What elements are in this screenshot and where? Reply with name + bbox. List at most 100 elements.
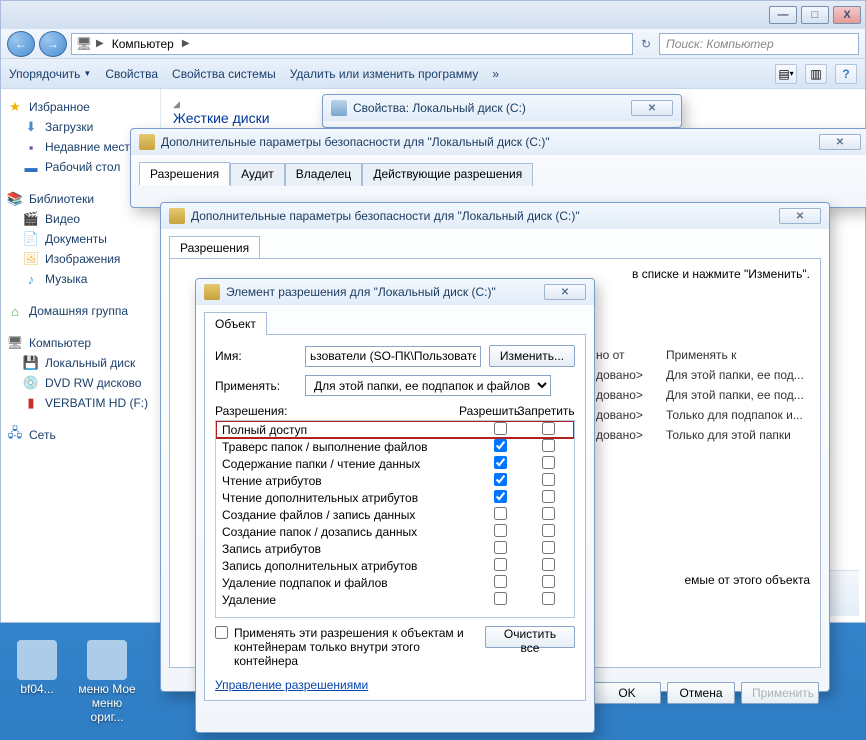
tab-audit[interactable]: Аудит xyxy=(230,163,285,186)
maximize-button[interactable]: □ xyxy=(801,6,829,24)
breadcrumb-root[interactable]: Компьютер xyxy=(108,37,178,51)
name-input[interactable] xyxy=(305,346,481,367)
tab-object[interactable]: Объект xyxy=(204,312,267,335)
deny-checkbox[interactable] xyxy=(542,541,555,554)
table-row[interactable]: довано>Для этой папки, ее под... xyxy=(590,385,810,405)
sidebar-homegroup[interactable]: ⌂Домашняя группа xyxy=(5,301,156,321)
deny-checkbox[interactable] xyxy=(542,473,555,486)
minimize-button[interactable]: — xyxy=(769,6,797,24)
sidebar-computer[interactable]: 🖥Компьютер xyxy=(5,333,156,353)
tab-owner[interactable]: Владелец xyxy=(285,163,363,186)
deny-checkbox[interactable] xyxy=(542,558,555,571)
cell-from: довано> xyxy=(590,425,660,445)
adv1-titlebar[interactable]: Дополнительные параметры безопасности дл… xyxy=(131,129,866,155)
apply-container-chk[interactable] xyxy=(215,626,228,639)
tab-permissions[interactable]: Разрешения xyxy=(169,236,260,259)
apply-button[interactable]: Применить xyxy=(741,682,819,704)
permission-row[interactable]: Содержание папки / чтение данных xyxy=(216,455,574,472)
close-icon[interactable]: ✕ xyxy=(819,134,861,150)
allow-checkbox[interactable] xyxy=(494,541,507,554)
sidebar-favorites[interactable]: ★Избранное xyxy=(5,97,156,117)
refresh-icon[interactable]: ↻ xyxy=(637,37,655,51)
desktop-file-2[interactable]: меню Мое меню ориг... xyxy=(76,640,138,724)
sidebar-network[interactable]: 🖧Сеть xyxy=(5,425,156,445)
desktop-file-1[interactable]: bf04... xyxy=(6,640,68,696)
deny-checkbox[interactable] xyxy=(542,592,555,605)
allow-checkbox[interactable] xyxy=(494,592,507,605)
close-icon[interactable]: ✕ xyxy=(779,208,821,224)
close-button[interactable]: X xyxy=(833,6,861,24)
permission-row[interactable]: Чтение дополнительных атрибутов xyxy=(216,489,574,506)
toolbar-more[interactable]: » xyxy=(492,67,499,81)
preview-pane-button[interactable]: ▥ xyxy=(805,64,827,84)
deny-checkbox[interactable] xyxy=(542,507,555,520)
allow-checkbox[interactable] xyxy=(494,490,507,503)
change-button[interactable]: Изменить... xyxy=(489,345,575,367)
adv2-titlebar[interactable]: Дополнительные параметры безопасности дл… xyxy=(161,203,829,229)
desktop-icon: ▬ xyxy=(23,159,39,175)
deny-checkbox[interactable] xyxy=(542,524,555,537)
sidebar-music[interactable]: ♪Музыка xyxy=(5,269,156,289)
close-icon[interactable]: ✕ xyxy=(631,100,673,116)
apply-to-select[interactable]: Для этой папки, ее подпапок и файлов xyxy=(305,375,551,396)
permission-row[interactable]: Траверс папок / выполнение файлов xyxy=(216,438,574,455)
apply-container-checkbox[interactable]: Применять эти разрешения к объектам и ко… xyxy=(215,626,475,668)
ext-disk-icon: ▮ xyxy=(23,395,39,411)
deny-checkbox[interactable] xyxy=(542,490,555,503)
permission-row[interactable]: Создание файлов / запись данных xyxy=(216,506,574,523)
permission-row[interactable]: Создание папок / дозапись данных xyxy=(216,523,574,540)
allow-checkbox[interactable] xyxy=(494,558,507,571)
sidebar-local-disk[interactable]: 💾Локальный диск xyxy=(5,353,156,373)
permission-row[interactable]: Запись дополнительных атрибутов xyxy=(216,557,574,574)
search-input[interactable]: Поиск: Компьютер xyxy=(659,33,859,55)
permission-row[interactable]: Удаление xyxy=(216,591,574,608)
permission-row[interactable]: Удаление подпапок и файлов xyxy=(216,574,574,591)
address-field[interactable]: 🖥 ▶ Компьютер ▶ xyxy=(71,33,633,55)
ok-button[interactable]: OK xyxy=(593,682,661,704)
permission-list[interactable]: Полный доступТраверс папок / выполнение … xyxy=(215,420,575,618)
allow-checkbox[interactable] xyxy=(494,422,507,435)
toolbar-system-props[interactable]: Свойства системы xyxy=(172,67,276,81)
allow-checkbox[interactable] xyxy=(494,473,507,486)
view-mode-button[interactable]: ▤▾ xyxy=(775,64,797,84)
tab-effective[interactable]: Действующие разрешения xyxy=(362,163,533,186)
deny-checkbox[interactable] xyxy=(542,422,555,435)
cancel-button[interactable]: Отмена xyxy=(667,682,735,704)
close-icon[interactable]: ✕ xyxy=(544,284,586,300)
permission-row[interactable]: Чтение атрибутов xyxy=(216,472,574,489)
perm-titlebar[interactable]: Элемент разрешения для "Локальный диск (… xyxy=(196,279,594,305)
toolbar-organize[interactable]: Упорядочить▼ xyxy=(9,67,91,81)
cell-from: довано> xyxy=(590,365,660,385)
perm-label: Разрешения: xyxy=(215,404,459,418)
permission-name: Чтение атрибутов xyxy=(218,474,476,488)
address-bar: ← → 🖥 ▶ Компьютер ▶ ↻ Поиск: Компьютер xyxy=(1,29,865,59)
toolbar-uninstall[interactable]: Удалить или изменить программу xyxy=(290,67,479,81)
allow-checkbox[interactable] xyxy=(494,524,507,537)
allow-checkbox[interactable] xyxy=(494,456,507,469)
sidebar-documents[interactable]: 📄Документы xyxy=(5,229,156,249)
table-row[interactable]: довано>Для этой папки, ее под... xyxy=(590,365,810,385)
deny-checkbox[interactable] xyxy=(542,456,555,469)
deny-checkbox[interactable] xyxy=(542,439,555,452)
clear-all-button[interactable]: Очистить все xyxy=(485,626,575,648)
allow-checkbox[interactable] xyxy=(494,575,507,588)
sidebar-verbatim[interactable]: ▮VERBATIM HD (F:) xyxy=(5,393,156,413)
tab-permissions[interactable]: Разрешения xyxy=(139,162,230,185)
properties-titlebar[interactable]: Свойства: Локальный диск (C:) ✕ xyxy=(323,95,681,121)
deny-checkbox[interactable] xyxy=(542,575,555,588)
sidebar-videos[interactable]: 🎬Видео xyxy=(5,209,156,229)
sidebar-pictures[interactable]: 🖼Изображения xyxy=(5,249,156,269)
table-row[interactable]: довано>Только для этой папки xyxy=(590,425,810,445)
permission-row[interactable]: Запись атрибутов xyxy=(216,540,574,557)
permission-row[interactable]: Полный доступ xyxy=(216,421,574,438)
help-button[interactable]: ? xyxy=(835,64,857,84)
allow-checkbox[interactable] xyxy=(494,439,507,452)
advanced-security-window-1: Дополнительные параметры безопасности дл… xyxy=(130,128,866,208)
nav-back-button[interactable]: ← xyxy=(7,31,35,57)
sidebar-dvd[interactable]: 💿DVD RW дисково xyxy=(5,373,156,393)
nav-forward-button[interactable]: → xyxy=(39,31,67,57)
manage-permissions-link[interactable]: Управление разрешениями xyxy=(215,678,368,692)
table-row[interactable]: довано>Только для подпапок и... xyxy=(590,405,810,425)
toolbar-properties[interactable]: Свойства xyxy=(105,67,158,81)
allow-checkbox[interactable] xyxy=(494,507,507,520)
